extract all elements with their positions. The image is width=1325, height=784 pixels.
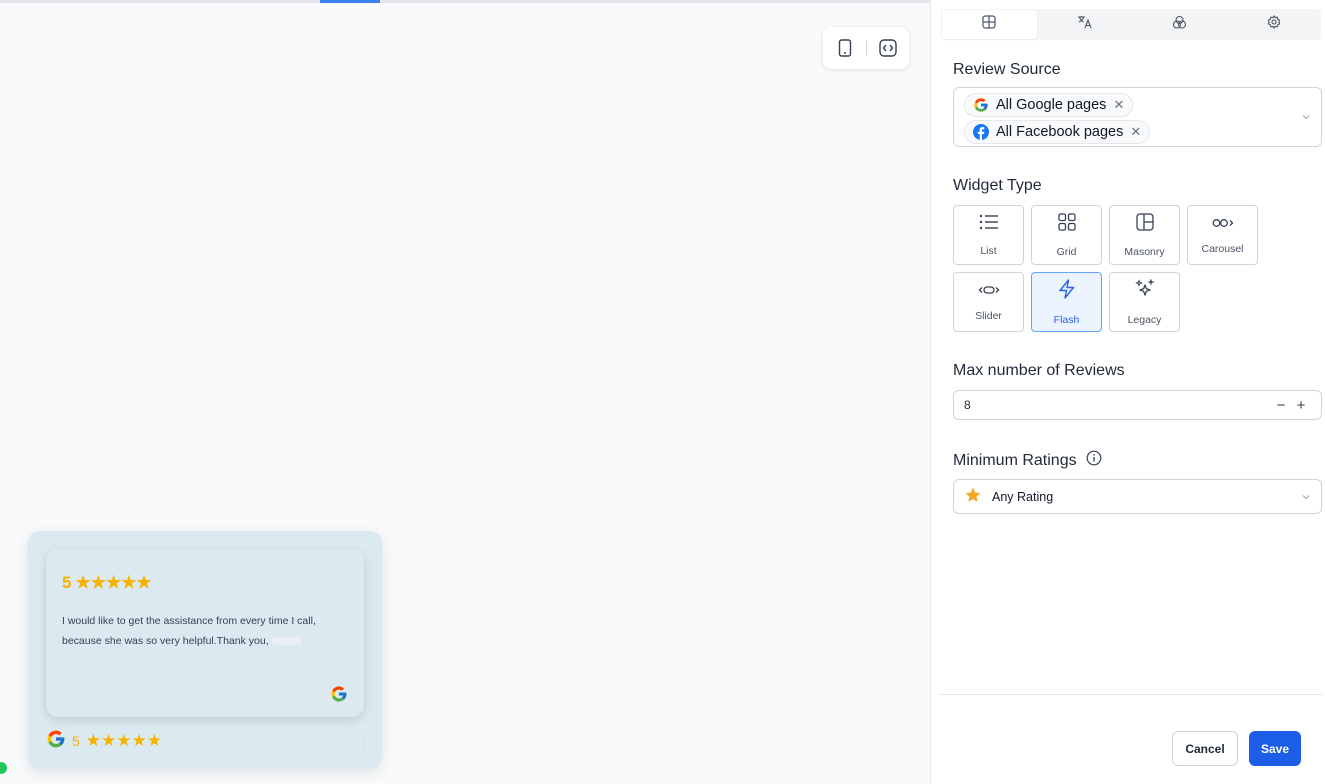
toggle-divider [865, 41, 867, 55]
tab-translate[interactable] [1038, 9, 1133, 40]
grid-icon [1057, 212, 1076, 236]
mobile-icon[interactable] [834, 37, 856, 59]
summary-rating-value: 5 [72, 732, 80, 749]
scroll-indicator [364, 739, 366, 749]
chevron-down-icon[interactable] [1301, 492, 1311, 502]
cancel-button[interactable]: Cancel [1172, 731, 1238, 766]
tab-layout[interactable] [942, 10, 1037, 39]
remove-chip-icon[interactable]: ✕ [1130, 124, 1141, 140]
chip-label: All Google pages [996, 97, 1107, 113]
summary-rating: 5 ★★★★★ [46, 729, 162, 752]
palette-icon [1172, 15, 1187, 35]
review-card[interactable]: 5 ★★★★★ I would like to get the assistan… [46, 549, 364, 717]
google-icon [46, 729, 66, 752]
widget-type-legacy[interactable]: Legacy [1109, 272, 1180, 332]
widget-type-grid: List Grid Masonry Carousel Slider Flash … [953, 205, 1258, 332]
redacted-name [271, 637, 302, 646]
star-icon [964, 486, 982, 507]
tab-style[interactable] [1132, 9, 1227, 40]
device-toggle [823, 27, 909, 69]
increment-button[interactable]: + [1291, 397, 1311, 414]
widget-type-label: List [980, 244, 997, 257]
max-reviews-value[interactable]: 8 [964, 398, 1271, 412]
decrement-button[interactable]: − [1271, 397, 1291, 414]
google-icon [973, 97, 989, 113]
preview-canvas: 5 ★★★★★ I would like to get the assistan… [0, 3, 930, 784]
widget-type-masonry[interactable]: Masonry [1109, 205, 1180, 265]
min-ratings-header: Minimum Ratings [953, 450, 1102, 471]
chevron-down-icon[interactable] [1301, 112, 1311, 122]
min-rating-value: Any Rating [992, 489, 1054, 504]
chip-google: All Google pages ✕ [964, 93, 1134, 117]
review-source-select[interactable]: All Google pages ✕ All Facebook pages ✕ [953, 87, 1322, 147]
widget-type-label: Slider [975, 310, 1002, 322]
chip-label: All Facebook pages [996, 124, 1124, 140]
widget-type-slider[interactable]: Slider [953, 272, 1024, 332]
max-reviews-stepper[interactable]: 8 − + [953, 390, 1322, 420]
rating-value: 5 [62, 573, 72, 592]
google-icon [330, 685, 348, 703]
widget-type-label: Flash [1053, 313, 1080, 326]
widget-type-label: Legacy [1127, 313, 1162, 326]
carousel-icon [1212, 215, 1234, 233]
review-text: I would like to get the assistance from … [62, 611, 352, 651]
widget-type-list[interactable]: List [953, 205, 1024, 265]
layout-icon [982, 15, 996, 34]
code-icon[interactable] [877, 37, 899, 59]
slider-icon [978, 282, 1000, 300]
star-rating-icon: ★★★★★ [75, 573, 152, 592]
review-rating: 5 ★★★★★ [62, 573, 348, 593]
flash-icon [1058, 278, 1076, 304]
flash-widget: 5 ★★★★★ I would like to get the assistan… [28, 531, 382, 769]
widget-type-flash[interactable]: Flash [1031, 272, 1102, 332]
chip-facebook: All Facebook pages ✕ [964, 120, 1151, 144]
info-icon[interactable] [1086, 450, 1102, 471]
translate-icon [1077, 15, 1093, 34]
min-rating-select[interactable]: Any Rating [953, 479, 1322, 514]
panel-tabs [941, 9, 1321, 40]
settings-panel: Review Source All Google pages ✕ All Fac… [930, 0, 1325, 784]
review-source-title: Review Source [953, 61, 1061, 78]
list-icon [979, 214, 999, 235]
sparkles-icon [1134, 277, 1155, 304]
footer-divider [939, 694, 1322, 695]
tab-settings[interactable] [1227, 9, 1322, 40]
min-ratings-title: Minimum Ratings [953, 451, 1077, 469]
remove-chip-icon[interactable]: ✕ [1113, 97, 1124, 113]
save-button[interactable]: Save [1249, 731, 1301, 766]
widget-type-label: Masonry [1124, 245, 1165, 258]
widget-type-title: Widget Type [953, 177, 1042, 194]
widget-type-label: Carousel [1201, 243, 1244, 255]
max-reviews-title: Max number of Reviews [953, 362, 1125, 379]
masonry-icon [1135, 212, 1154, 236]
widget-type-label: Grid [1056, 245, 1077, 258]
widget-type-grid-option[interactable]: Grid [1031, 205, 1102, 265]
settings-icon [1267, 15, 1281, 34]
widget-type-carousel[interactable]: Carousel [1187, 205, 1258, 265]
star-rating-icon: ★★★★★ [85, 730, 162, 750]
facebook-icon [973, 124, 989, 140]
